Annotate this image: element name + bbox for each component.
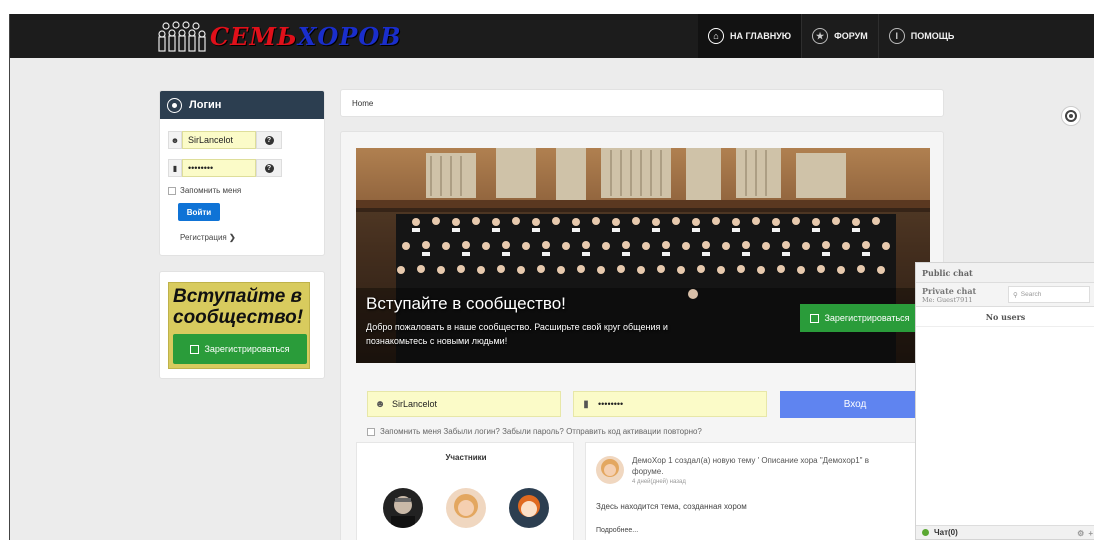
hero-banner: Вступайте в сообщество! Добро пожаловать… <box>356 148 930 363</box>
lock-icon: ▮ <box>583 398 589 410</box>
main-login-button[interactable]: Вход <box>780 391 930 418</box>
logo-text: СЕМЬХОРОВ <box>210 21 402 51</box>
help-icon: i <box>888 28 905 44</box>
hero-title: Вступайте в сообщество! <box>366 294 566 313</box>
join-register-label: Зарегистрироваться <box>204 344 290 354</box>
site-logo[interactable]: СЕМЬХОРОВ <box>158 19 402 53</box>
chevron-right-icon: ❯ <box>229 233 236 242</box>
feed-avatar[interactable] <box>596 456 624 484</box>
login-options-links[interactable]: Запомнить меня Забыли логин? Забыли паро… <box>380 427 702 436</box>
user-circle-icon <box>167 97 182 113</box>
chat-footer-label: Чат(0) <box>934 528 958 537</box>
question-icon: ? <box>264 163 274 173</box>
chat-no-users: No users <box>916 307 1094 327</box>
lock-icon: ▮ <box>168 159 182 177</box>
login-options: Запомнить меня Забыли логин? Забыли паро… <box>367 427 702 436</box>
main-username-field[interactable]: ☻ SirLancelot <box>367 391 561 417</box>
hero-register-button[interactable]: Зарегистрироваться <box>800 304 920 332</box>
feed-item-time: 4 дней(дней) назад <box>632 479 686 485</box>
nav-home-label: НА ГЛАВНУЮ <box>730 31 792 41</box>
main-password-value: •••••••• <box>598 399 624 409</box>
calendar-check-icon <box>810 313 820 323</box>
calendar-check-icon <box>190 344 200 354</box>
chat-expand-icon[interactable]: + <box>1088 529 1093 538</box>
chat-widget: Public chat Private chat Me: Guest7911 ⚲… <box>915 262 1094 540</box>
sidebar-username-input[interactable]: SirLancelot <box>182 131 256 149</box>
member-avatar[interactable] <box>509 488 549 528</box>
remember-checkbox[interactable] <box>168 186 176 195</box>
member-avatar[interactable] <box>446 488 486 528</box>
read-more-link[interactable]: Подробнее... <box>596 527 638 534</box>
join-title: Вступайте в сообщество! <box>173 286 304 328</box>
main-content: Вступайте в сообщество! Добро пожаловать… <box>340 131 944 540</box>
nav-forum[interactable]: ★ ФОРУМ <box>801 14 878 58</box>
user-icon: ☻ <box>168 131 182 149</box>
activity-feed: ДемоХор 1 создал(а) новую тему ' Описани… <box>585 442 930 540</box>
feed-item-body: Здесь находится тема, созданная хором <box>596 502 747 511</box>
private-chat-label: Private chat <box>922 286 977 296</box>
nav-help-label: ПОМОЩЬ <box>910 31 955 41</box>
members-title: Участники <box>445 453 487 462</box>
sidebar-login-button[interactable]: Войти <box>178 203 220 221</box>
choir-logo-icon <box>158 21 206 52</box>
password-help-button[interactable]: ? <box>256 159 282 177</box>
hero-text: Добро пожаловать в наше сообщество. Расш… <box>366 322 668 346</box>
main-remember-checkbox[interactable] <box>367 427 375 436</box>
member-avatar[interactable] <box>383 488 423 528</box>
hero-register-label: Зарегистрироваться <box>824 313 910 323</box>
members-box: Участники <box>356 442 574 540</box>
main-password-field[interactable]: ▮ •••••••• <box>573 391 767 417</box>
user-icon: ☻ <box>374 398 386 410</box>
join-register-button[interactable]: Зарегистрироваться <box>173 334 307 364</box>
chat-me-label: Me: Guest7911 <box>922 296 973 304</box>
login-panel-header: Логин <box>160 91 324 119</box>
sidebar-password-input[interactable]: •••••••• <box>182 159 256 177</box>
username-help-button[interactable]: ? <box>256 131 282 149</box>
register-link[interactable]: Регистрация ❯ <box>180 233 236 242</box>
breadcrumb: Home <box>340 89 944 117</box>
settings-button[interactable] <box>1061 106 1081 126</box>
chat-footer-controls: ⚙ + <box>1077 526 1093 540</box>
public-chat-tab[interactable]: Public chat <box>916 263 1094 283</box>
main-username-value: SirLancelot <box>392 399 438 409</box>
feed-item-text[interactable]: ДемоХор 1 создал(а) новую тему ' Описани… <box>632 455 892 477</box>
gear-icon <box>1065 110 1077 122</box>
login-panel-title: Логин <box>189 99 222 111</box>
question-icon: ? <box>264 135 274 145</box>
join-banner: Вступайте в сообщество! Зарегистрировать… <box>168 282 310 369</box>
sidebar-username-row: ☻ SirLancelot ? <box>168 131 282 149</box>
nav-forum-label: ФОРУМ <box>834 31 868 41</box>
remember-label: Запомнить меня <box>180 186 242 195</box>
online-status-icon <box>922 529 929 536</box>
sidebar-password-row: ▮ •••••••• ? <box>168 159 282 177</box>
chat-search-input[interactable]: ⚲ Search <box>1008 286 1090 303</box>
chat-settings-icon[interactable]: ⚙ <box>1077 529 1084 538</box>
nav-help[interactable]: i ПОМОЩЬ <box>877 14 965 58</box>
main-nav: ⌂ НА ГЛАВНУЮ ★ ФОРУМ i ПОМОЩЬ <box>698 14 964 58</box>
nav-home[interactable]: ⌂ НА ГЛАВНУЮ <box>698 14 802 58</box>
chat-footer[interactable]: Чат(0) ⚙ + <box>916 525 1094 539</box>
join-panel: Вступайте в сообщество! Зарегистрировать… <box>159 271 325 379</box>
breadcrumb-home[interactable]: Home <box>352 99 373 108</box>
top-navbar: СЕМЬХОРОВ ⌂ НА ГЛАВНУЮ ★ ФОРУМ i ПОМОЩЬ <box>10 14 1094 58</box>
remember-me[interactable]: Запомнить меня <box>168 186 241 195</box>
login-panel: Логин ☻ SirLancelot ? ▮ •••••••• ? Запом… <box>159 90 325 256</box>
private-chat-tab[interactable]: Private chat Me: Guest7911 ⚲ Search <box>916 283 1094 307</box>
star-icon: ★ <box>812 28 829 44</box>
home-icon: ⌂ <box>708 28 724 44</box>
search-icon: ⚲ <box>1013 291 1018 299</box>
chat-search-placeholder: Search <box>1020 291 1042 298</box>
page: СЕМЬХОРОВ ⌂ НА ГЛАВНУЮ ★ ФОРУМ i ПОМОЩЬ … <box>9 14 1094 540</box>
